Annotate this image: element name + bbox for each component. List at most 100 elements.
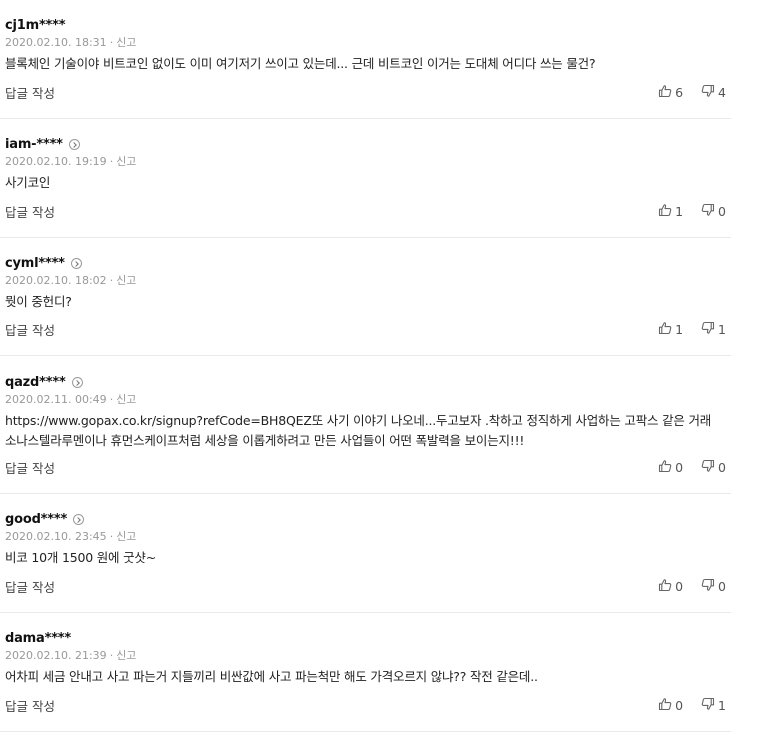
- like-button[interactable]: 0: [658, 459, 683, 476]
- thumbs-down-icon: [701, 459, 718, 476]
- thumbs-up-icon: [658, 459, 675, 476]
- comment-meta: 2020.02.10. 19:19 · 신고: [5, 153, 136, 169]
- comment-item: dama**** 2020.02.10. 21:39 · 신고 어차피 세금 안내고…: [0, 629, 731, 732]
- comment-item: iam-**** 2020.02.10. 19:19 · 신고 사기코인 답글 작성…: [0, 135, 731, 238]
- meta-separator: ·: [109, 530, 114, 543]
- comment-meta: 2020.02.10. 23:45 · 신고: [5, 528, 136, 544]
- meta-separator: ·: [109, 155, 114, 168]
- dislike-count: 1: [718, 698, 726, 713]
- comment-text: 블록체인 기술이야 비트코인 없이도 이미 여기저기 쓰이고 있는데... 근데…: [5, 56, 596, 71]
- profile-arrow-icon[interactable]: [68, 138, 80, 150]
- comment-item: cj1m**** 2020.02.10. 18:31 · 신고 블록체인 기술이야 …: [0, 16, 731, 119]
- profile-arrow-icon[interactable]: [71, 376, 83, 388]
- comment-author[interactable]: dama****: [5, 631, 71, 646]
- report-link[interactable]: 신고: [116, 393, 136, 406]
- comment-text: 비코 10개 1500 원에 굿샷~: [5, 550, 156, 565]
- comment-author[interactable]: iam-****: [5, 137, 63, 152]
- report-link[interactable]: 신고: [116, 649, 136, 662]
- dislike-count: 1: [718, 322, 726, 337]
- comment-header: dama****: [5, 629, 71, 647]
- comment-author[interactable]: qazd****: [5, 375, 66, 390]
- vote-group: 6 4: [658, 84, 726, 101]
- reply-button[interactable]: 답글 작성: [5, 202, 55, 221]
- comment-list: cj1m**** 2020.02.10. 18:31 · 신고 블록체인 기술이야 …: [0, 0, 759, 735]
- comment-date: 2020.02.10. 23:45: [5, 530, 107, 543]
- reply-button[interactable]: 답글 작성: [5, 320, 55, 339]
- comment-meta: 2020.02.10. 18:02 · 신고: [5, 272, 136, 288]
- dislike-count: 0: [718, 460, 726, 475]
- report-link[interactable]: 신고: [116, 530, 136, 543]
- like-count: 0: [675, 579, 684, 594]
- comment-meta: 2020.02.11. 00:49 · 신고: [5, 391, 136, 407]
- thumbs-down-icon: [701, 697, 718, 714]
- vote-group: 1 0: [658, 203, 726, 220]
- dislike-count: 0: [718, 579, 726, 594]
- thumbs-down-icon: [701, 578, 718, 595]
- comment-text: 어차피 세금 안내고 사고 파는거 지들끼리 비싼값에 사고 파는척만 해도 가…: [5, 669, 538, 684]
- like-button[interactable]: 0: [658, 697, 683, 714]
- like-count: 1: [675, 204, 684, 219]
- like-button[interactable]: 1: [658, 203, 683, 220]
- like-count: 6: [675, 85, 684, 100]
- report-link[interactable]: 신고: [116, 36, 136, 49]
- dislike-button[interactable]: 1: [701, 697, 726, 714]
- dislike-count: 0: [718, 204, 726, 219]
- thumbs-down-icon: [701, 321, 718, 338]
- vote-group: 0 0: [658, 578, 726, 595]
- comment-author[interactable]: good****: [5, 512, 67, 527]
- thumbs-up-icon: [658, 84, 675, 101]
- dislike-button[interactable]: 0: [701, 578, 726, 595]
- dislike-count: 4: [718, 85, 726, 100]
- comment-meta: 2020.02.10. 18:31 · 신고: [5, 34, 136, 50]
- comment-text: 사기코인: [5, 175, 51, 190]
- comment-header: cyml****: [5, 254, 82, 272]
- like-button[interactable]: 0: [658, 578, 683, 595]
- thumbs-up-icon: [658, 321, 675, 338]
- dislike-button[interactable]: 0: [701, 459, 726, 476]
- comment-header: good****: [5, 510, 85, 528]
- comment-item: cyml**** 2020.02.10. 18:02 · 신고 뭣이 중헌디? 답글…: [0, 254, 731, 356]
- comment-author[interactable]: cyml****: [5, 256, 65, 271]
- like-button[interactable]: 6: [658, 84, 683, 101]
- comment-item: good**** 2020.02.10. 23:45 · 신고 비코 10개 150…: [0, 510, 731, 613]
- reply-button[interactable]: 답글 작성: [5, 83, 55, 102]
- thumbs-up-icon: [658, 578, 675, 595]
- reply-button[interactable]: 답글 작성: [5, 458, 55, 477]
- reply-button[interactable]: 답글 작성: [5, 577, 55, 596]
- report-link[interactable]: 신고: [116, 274, 136, 287]
- comment-date: 2020.02.11. 00:49: [5, 393, 107, 406]
- comment-date: 2020.02.10. 21:39: [5, 649, 107, 662]
- like-button[interactable]: 1: [658, 321, 683, 338]
- profile-arrow-icon[interactable]: [73, 513, 85, 525]
- meta-separator: ·: [109, 649, 114, 662]
- like-count: 1: [675, 322, 684, 337]
- comment-author[interactable]: cj1m****: [5, 18, 66, 33]
- dislike-button[interactable]: 4: [701, 84, 726, 101]
- profile-arrow-icon[interactable]: [70, 257, 82, 269]
- vote-group: 0 1: [658, 697, 726, 714]
- comment-header: cj1m****: [5, 16, 66, 34]
- comment-item: qazd**** 2020.02.11. 00:49 · 신고 https://ww…: [0, 373, 731, 494]
- comment-header: iam-****: [5, 135, 80, 153]
- thumbs-down-icon: [701, 203, 718, 220]
- like-count: 0: [675, 460, 684, 475]
- comment-meta: 2020.02.10. 21:39 · 신고: [5, 647, 136, 663]
- vote-group: 0 0: [658, 459, 726, 476]
- meta-separator: ·: [109, 274, 114, 287]
- thumbs-down-icon: [701, 84, 718, 101]
- dislike-button[interactable]: 0: [701, 203, 726, 220]
- comment-date: 2020.02.10. 18:02: [5, 274, 107, 287]
- report-link[interactable]: 신고: [116, 155, 136, 168]
- vote-group: 1 1: [658, 321, 726, 338]
- thumbs-up-icon: [658, 203, 675, 220]
- dislike-button[interactable]: 1: [701, 321, 726, 338]
- comment-date: 2020.02.10. 18:31: [5, 36, 107, 49]
- comment-text: 뭣이 중헌디?: [5, 294, 72, 309]
- comment-text: https://www.gopax.co.kr/signup?refCode=B…: [5, 413, 712, 448]
- comment-date: 2020.02.10. 19:19: [5, 155, 107, 168]
- reply-button[interactable]: 답글 작성: [5, 696, 55, 715]
- meta-separator: ·: [109, 36, 114, 49]
- like-count: 0: [675, 698, 684, 713]
- thumbs-up-icon: [658, 697, 675, 714]
- meta-separator: ·: [109, 393, 114, 406]
